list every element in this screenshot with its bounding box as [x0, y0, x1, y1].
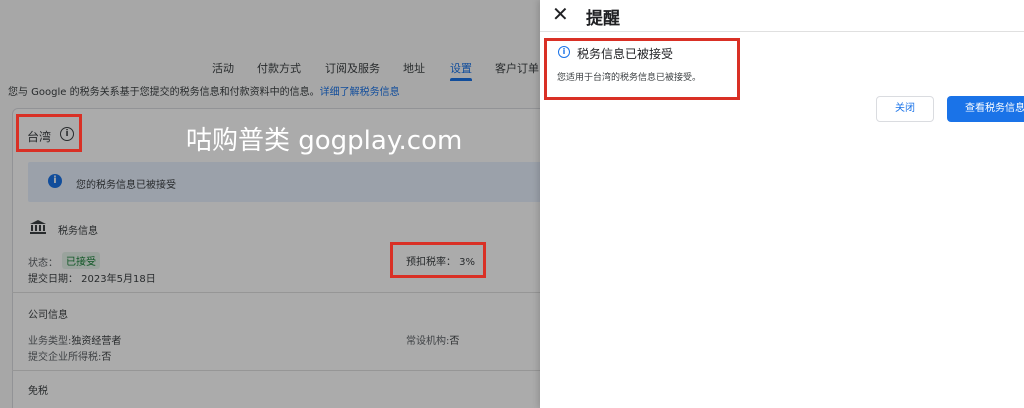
divider: [12, 370, 540, 371]
alert-body: 您适用于台湾的税务信息已被接受。: [557, 73, 702, 83]
cit-label: 提交企业所得税:: [28, 352, 102, 363]
corporate-income-tax: 提交企业所得税:否: [28, 348, 111, 363]
permanent-establishment: 常设机构:否: [406, 332, 459, 347]
company-info-title: 公司信息: [28, 310, 68, 321]
view-tax-info-button[interactable]: 查看税务信息: [947, 96, 1024, 122]
tab-customer-orders[interactable]: 客户订单: [495, 60, 539, 76]
tab-payment-methods[interactable]: 付款方式: [257, 60, 301, 76]
status-badge: 已接受: [62, 252, 100, 269]
cit-value: 否: [101, 352, 112, 363]
rate-highlight-box-front: [390, 242, 486, 278]
payments-settings-page: 活动 付款方式 订阅及服务 地址 设置 客户订单 您与 Google 的税务关系…: [0, 0, 540, 408]
drawer-header: ✕ 提醒: [540, 0, 1024, 32]
pe-label: 常设机构:: [406, 336, 450, 347]
background-page: 活动 付款方式 订阅及服务 地址 设置 客户订单 您与 Google 的税务关系…: [0, 0, 540, 408]
drawer-title: 提醒: [586, 9, 620, 29]
alert-title: 税务信息已被接受: [577, 47, 674, 61]
country-highlight-box-front: [16, 114, 82, 152]
tab-addresses[interactable]: 地址: [403, 60, 425, 76]
tax-intro: 您与 Google 的税务关系基于您提交的税务信息和付款资料中的信息。详细了解税…: [8, 83, 400, 98]
business-type-label: 业务类型:: [28, 336, 72, 347]
alert-drawer: ✕ 提醒 i 税务信息已被接受 您适用于台湾的税务信息已被接受。 关闭 查看税务…: [540, 0, 1024, 408]
tab-subscriptions[interactable]: 订阅及服务: [325, 60, 380, 76]
active-tab-indicator: [450, 78, 472, 81]
close-button[interactable]: 关闭: [876, 96, 934, 122]
intro-text: 您与 Google 的税务关系基于您提交的税务信息和付款资料中的信息。: [8, 87, 320, 98]
tab-activity[interactable]: 活动: [212, 60, 234, 76]
tab-settings[interactable]: 设置: [450, 60, 472, 76]
business-type: 业务类型:独资经营者: [28, 332, 121, 347]
pe-value: 否: [449, 336, 460, 347]
info-icon: i: [558, 46, 570, 58]
business-type-value: 独资经营者: [71, 336, 122, 347]
bank-icon: [30, 220, 46, 234]
watermark-text: 咕购普类 gogplay.com: [186, 126, 463, 156]
notice-text: 您的税务信息已被接受: [76, 180, 176, 191]
submit-date: 提交日期： 2023年5月18日: [28, 274, 156, 285]
info-filled-icon: i: [48, 174, 62, 188]
exemption-title: 免税: [28, 386, 48, 397]
close-icon[interactable]: ✕: [552, 2, 569, 26]
status-label: 状态：: [28, 258, 58, 269]
divider: [12, 292, 540, 293]
tab-bar: 活动 付款方式 订阅及服务 地址 设置 客户订单: [0, 60, 540, 82]
tax-info-title: 税务信息: [58, 226, 98, 237]
learn-more-link[interactable]: 详细了解税务信息: [320, 87, 400, 98]
